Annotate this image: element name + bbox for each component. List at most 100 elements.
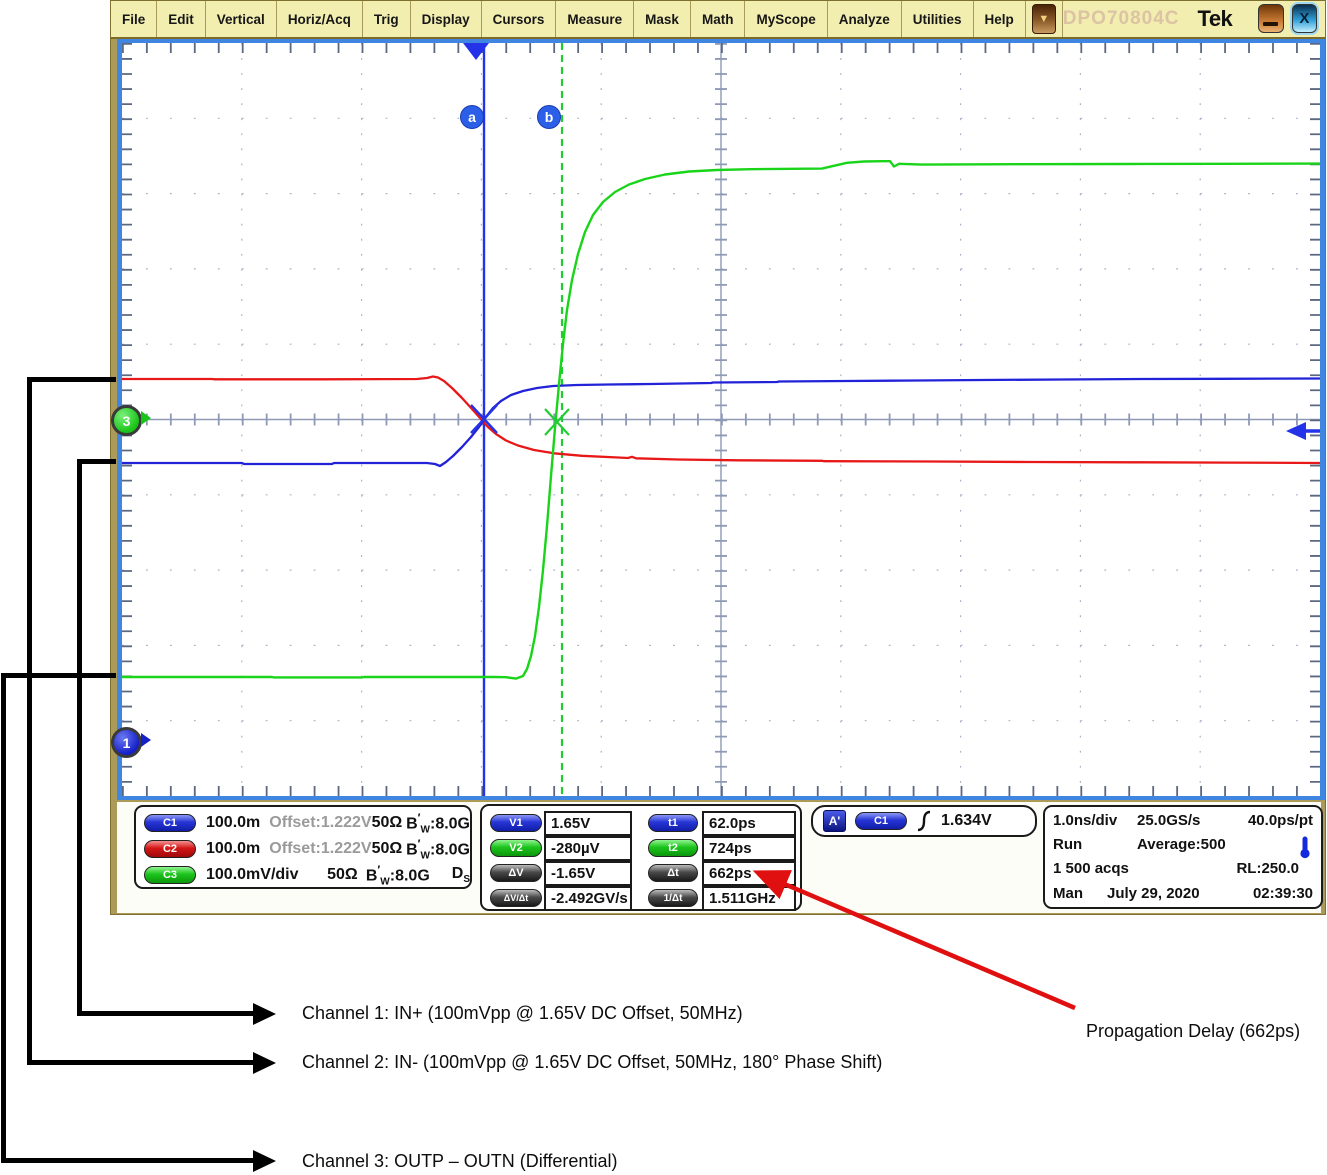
channel3-bandwidth: B′W:8.0G — [366, 863, 430, 888]
resolution: 40.0ps/pt — [1248, 812, 1313, 829]
chevron-down-icon: ▼ — [1038, 13, 1049, 25]
callout-line-ch1 — [77, 459, 116, 464]
page: File Edit Vertical Horiz/Acq Trig Displa… — [0, 0, 1327, 1175]
callout-arrow-ch3-icon — [253, 1150, 276, 1172]
minimize-icon — [1263, 22, 1278, 26]
annotation-channel3: Channel 3: OUTP – OUTN (Differential) — [302, 1151, 617, 1172]
menu-bar: File Edit Vertical Horiz/Acq Trig Displa… — [111, 1, 1325, 39]
clock-time: 02:39:30 — [1253, 885, 1313, 902]
channel1-marker-arrow-icon — [141, 733, 151, 747]
channel2-bandwidth: B′W:8.0G — [406, 837, 470, 862]
cursor-t2-badge: t2 — [648, 839, 698, 857]
annotation-channel1: Channel 1: IN+ (100mVpp @ 1.65V DC Offse… — [302, 1003, 743, 1024]
cursor-v2-badge: V2 — [490, 839, 542, 857]
menu-myscope[interactable]: MyScope — [745, 1, 827, 37]
menu-help[interactable]: Help — [974, 1, 1026, 37]
callout-line-ch1 — [77, 459, 82, 1016]
callout-line-ch2 — [27, 377, 116, 382]
callout-line-ch2 — [27, 1060, 255, 1065]
channel1-impedance: 50Ω — [372, 814, 407, 832]
channel2-scale: 100.0m — [206, 840, 269, 858]
svg-text:a: a — [468, 109, 476, 125]
cursor-1dt-badge: 1/Δt — [648, 889, 698, 907]
menu-file[interactable]: File — [111, 1, 157, 37]
timebase-scale: 1.0ns/div — [1053, 812, 1117, 829]
thermometer-icon — [1299, 836, 1311, 859]
menu-utilities[interactable]: Utilities — [902, 1, 974, 37]
average-count: Average:500 — [1137, 836, 1226, 853]
menu-dropdown-button[interactable]: ▼ — [1032, 4, 1056, 34]
graticule-and-traces: a b — [122, 43, 1320, 796]
oscilloscope-window: File Edit Vertical Horiz/Acq Trig Displa… — [110, 0, 1326, 915]
callout-arrow-ch1-icon — [253, 1003, 276, 1025]
channel3-position-marker[interactable]: 3 — [111, 405, 142, 436]
readout-strip: C1 100.0m Offset:1.222V 50Ω B′W:8.0G C2 … — [117, 802, 1321, 913]
channel3-impedance: 50Ω — [327, 866, 366, 884]
cursor-b-label: b — [538, 106, 561, 129]
sample-rate: 25.0GS/s — [1137, 812, 1200, 829]
channel2-impedance: 50Ω — [372, 840, 407, 858]
rising-edge-icon — [916, 810, 932, 832]
cursor-dvdt-value: -2.492GV/s — [544, 886, 632, 911]
callout-line-ch2 — [27, 377, 32, 1065]
cursor-t1-value: 62.0ps — [702, 811, 796, 836]
menu-edit[interactable]: Edit — [157, 1, 206, 37]
menu-display[interactable]: Display — [411, 1, 482, 37]
cursor-t1-badge: t1 — [648, 814, 698, 832]
tek-logo: Tek — [1198, 6, 1233, 32]
cursor-v1-badge: V1 — [490, 814, 542, 832]
date: July 29, 2020 — [1107, 885, 1200, 902]
channel-settings-panel: C1 100.0m Offset:1.222V 50Ω B′W:8.0G C2 … — [134, 805, 472, 889]
annotation-channel2: Channel 2: IN- (100mVpp @ 1.65V DC Offse… — [302, 1052, 882, 1073]
callout-line-ch3 — [1, 673, 6, 1163]
menu-math[interactable]: Math — [691, 1, 746, 37]
trigger-level: 1.634V — [941, 812, 992, 830]
channel1-bandwidth: B′W:8.0G — [406, 811, 470, 836]
trigger-source-badge: A' — [823, 810, 846, 832]
callout-arrow-ch2-icon — [253, 1052, 276, 1074]
cursor-dv-value: -1.65V — [544, 861, 632, 886]
model-watermark: DPO70804C — [1063, 8, 1180, 30]
minimize-button[interactable] — [1258, 4, 1283, 33]
cursor-a-label: a — [461, 106, 484, 129]
menu-measure[interactable]: Measure — [556, 1, 634, 37]
channel3-scale: 100.0mV/div — [206, 866, 327, 884]
menu-trig[interactable]: Trig — [363, 1, 411, 37]
channel3-sampling-flag: DS — [452, 865, 470, 885]
cursor-v2-value: -280µV — [544, 836, 632, 861]
cursor-dvdt-badge: ΔV/Δt — [490, 889, 542, 907]
menu-mask[interactable]: Mask — [634, 1, 691, 37]
channel2-offset: Offset:1.222V — [269, 840, 371, 858]
menu-vertical[interactable]: Vertical — [206, 1, 277, 37]
callout-line-ch3 — [1, 1158, 255, 1163]
timebase-panel: 1.0ns/div 25.0GS/s 40.0ps/pt Run Average… — [1043, 805, 1323, 909]
channel2-badge[interactable]: C2 — [144, 840, 196, 858]
trigger-readout-panel: A' C1 1.634V — [811, 805, 1037, 837]
channel2-readout: C2 100.0m Offset:1.222V 50Ω B′W:8.0G — [136, 836, 470, 862]
menu-cursors[interactable]: Cursors — [482, 1, 557, 37]
channel3-marker-arrow-icon — [141, 411, 151, 425]
channel3-readout: C3 100.0mV/div 50Ω B′W:8.0G DS — [136, 862, 470, 888]
waveform-display: a b — [117, 39, 1325, 800]
channel3-badge[interactable]: C3 — [144, 866, 196, 884]
menu-horiz-acq[interactable]: Horiz/Acq — [277, 1, 363, 37]
channel1-scale: 100.0m — [206, 814, 269, 832]
record-length: RL:250.0 — [1236, 860, 1299, 877]
cursor-v1-value: 1.65V — [544, 811, 632, 836]
channel1-badge[interactable]: C1 — [144, 814, 196, 832]
channel1-offset: Offset:1.222V — [269, 814, 371, 832]
cursor-dt-badge: Δt — [648, 864, 698, 882]
acquisition-state: Run — [1053, 836, 1082, 853]
close-button[interactable]: X — [1292, 4, 1317, 33]
close-icon: X — [1299, 10, 1309, 27]
trigger-channel-badge[interactable]: C1 — [855, 812, 907, 830]
annotation-propagation-delay: Propagation Delay (662ps) — [1086, 1021, 1300, 1042]
channel1-readout: C1 100.0m Offset:1.222V 50Ω B′W:8.0G — [136, 810, 470, 836]
callout-line-ch3 — [1, 673, 116, 678]
menu-analyze[interactable]: Analyze — [828, 1, 902, 37]
propagation-delay-arrow-icon — [735, 856, 1085, 1016]
svg-text:b: b — [545, 109, 554, 125]
callout-line-ch1 — [77, 1011, 255, 1016]
channel1-position-marker[interactable]: 1 — [111, 727, 142, 758]
cursor-dv-badge: ΔV — [490, 864, 542, 882]
